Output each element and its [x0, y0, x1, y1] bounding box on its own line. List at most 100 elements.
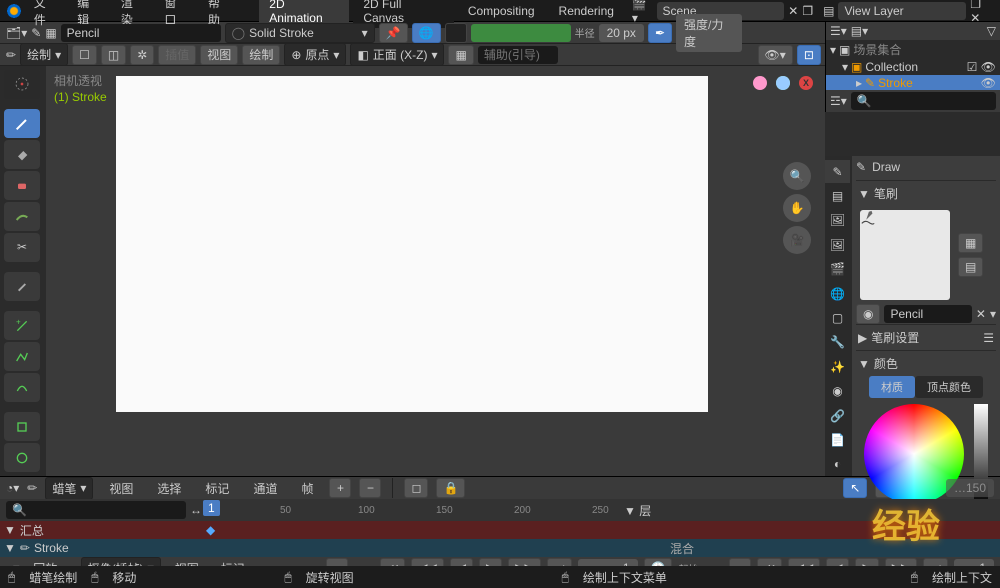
- brush-name-field[interactable]: Pencil: [61, 24, 221, 42]
- fill-tool[interactable]: [4, 140, 40, 169]
- stroke-row[interactable]: ▸✎Stroke👁: [826, 75, 1000, 91]
- render-tab-icon[interactable]: ▤: [825, 184, 850, 207]
- visibility-icon[interactable]: 👁▾: [758, 45, 793, 65]
- draw-icon[interactable]: ✎: [31, 26, 41, 40]
- draw-button[interactable]: 绘制: [242, 45, 280, 65]
- close-icon[interactable]: ✕: [788, 4, 798, 18]
- mode-dropdown[interactable]: 绘制▾: [20, 43, 68, 66]
- stroke-type-dropdown[interactable]: ◯Solid Stroke▾: [225, 23, 375, 43]
- viewlayer-field[interactable]: View Layer: [838, 2, 966, 20]
- data-tab-icon[interactable]: 📄: [825, 428, 850, 451]
- camera-view-icon[interactable]: 🎥: [783, 226, 811, 254]
- outliner-display-icon[interactable]: ▤▾: [851, 24, 868, 38]
- gpencil-dropdown[interactable]: 蜡笔▾: [45, 477, 93, 500]
- x-axis-icon[interactable]: X: [799, 76, 813, 90]
- cursor-tool[interactable]: [4, 70, 40, 99]
- outliner-mode-icon[interactable]: ☰▾: [830, 24, 847, 38]
- workspace-tab-compositing[interactable]: Compositing: [458, 1, 545, 21]
- new-layer-icon[interactable]: ❐ ✕: [970, 0, 994, 25]
- tl-channel[interactable]: 通道: [245, 477, 285, 500]
- snap-icon[interactable]: ✲: [130, 45, 154, 65]
- end-frame-field[interactable]: …150: [946, 479, 994, 497]
- zoom-icon[interactable]: 🔍: [783, 162, 811, 190]
- neg-z-axis-icon[interactable]: [776, 76, 790, 90]
- fx-tab-icon[interactable]: ✨: [825, 355, 850, 378]
- workspace-tab-rendering[interactable]: Rendering: [549, 1, 624, 21]
- timeline-ruler[interactable]: 🔍 ↔ 1 50 100 150 200 250 ▼ 层: [0, 499, 1000, 521]
- tl-view[interactable]: 视图: [101, 477, 141, 500]
- current-frame-marker[interactable]: 1: [203, 500, 220, 516]
- snap-tl-icon[interactable]: 🔒: [436, 478, 465, 498]
- material-icon[interactable]: ▦: [45, 26, 56, 40]
- cutter-tool[interactable]: ✂: [4, 233, 40, 262]
- brush-link-icon[interactable]: ◉: [856, 304, 880, 324]
- view-button[interactable]: 视图: [200, 45, 238, 65]
- radius-field[interactable]: 20 px: [599, 24, 644, 42]
- world-tab-icon[interactable]: 🌐: [825, 282, 850, 305]
- overlay-icon[interactable]: ⊡: [797, 45, 821, 65]
- drawing-canvas[interactable]: [116, 76, 708, 412]
- scene-tab-icon[interactable]: 🎬: [825, 258, 850, 281]
- color-swatch[interactable]: [445, 23, 467, 43]
- box-tool[interactable]: [4, 412, 40, 441]
- brush-add-icon[interactable]: ▦: [958, 233, 983, 253]
- expand-icon[interactable]: ↔: [190, 503, 202, 517]
- collection-row[interactable]: ▾▣Collection☑ 👁: [826, 59, 1000, 75]
- orientation-dropdown[interactable]: ◧正面 (X-Z)▾: [350, 43, 444, 66]
- remove-key-icon[interactable]: −: [359, 478, 381, 498]
- brush-settings-header[interactable]: ▶笔刷设置☰: [856, 324, 996, 350]
- viewlayer-tab-icon[interactable]: 🖼: [825, 233, 850, 256]
- add-key-icon[interactable]: +: [329, 478, 351, 498]
- brush-close-icon[interactable]: ✕: [976, 307, 986, 321]
- gpencil-icon[interactable]: ✏: [27, 481, 37, 495]
- color-panel-header[interactable]: ▼颜色: [856, 350, 996, 376]
- neg-x-axis-icon[interactable]: [753, 76, 767, 90]
- draw-tool[interactable]: [4, 109, 40, 138]
- tl-marker[interactable]: 标记: [197, 477, 237, 500]
- erase-tool[interactable]: [4, 171, 40, 200]
- guide-input[interactable]: [478, 46, 558, 64]
- box-select-icon[interactable]: ◻: [404, 478, 428, 498]
- modifier-tab-icon[interactable]: 🔧: [825, 331, 850, 354]
- pressure-radius-icon[interactable]: ✒: [648, 23, 672, 43]
- box-icon[interactable]: ☐: [72, 45, 97, 65]
- brush-thumb-icon[interactable]: ▤: [958, 257, 983, 277]
- tl-select[interactable]: 选择: [149, 477, 189, 500]
- polyline-tool[interactable]: [4, 342, 40, 371]
- new-icon[interactable]: ❐: [802, 4, 813, 18]
- tool-tab-icon[interactable]: ✎: [825, 160, 850, 183]
- constraints-tab-icon[interactable]: 🔗: [825, 404, 850, 427]
- origin-dropdown[interactable]: ⊕原点▾: [284, 43, 346, 66]
- world-color-icon[interactable]: 🌐: [412, 23, 441, 43]
- pin-icon[interactable]: 📌: [379, 23, 408, 43]
- arc-tool[interactable]: [4, 373, 40, 402]
- lasso-icon[interactable]: ◫: [101, 45, 126, 65]
- brush-name-prop[interactable]: Pencil: [884, 305, 971, 323]
- object-tab-icon[interactable]: ▢: [825, 306, 850, 329]
- eyedropper-tool[interactable]: [4, 272, 40, 301]
- grid-icon[interactable]: ▦: [448, 45, 473, 65]
- vertex-subtab[interactable]: 顶点颜色: [915, 376, 983, 398]
- tint-tool[interactable]: [4, 202, 40, 231]
- material-subtab[interactable]: 材质: [869, 376, 915, 398]
- output-tab-icon[interactable]: 🖼: [825, 209, 850, 232]
- interp-button[interactable]: 插值: [158, 45, 196, 65]
- timeline-type-icon[interactable]: ◔▾: [6, 481, 19, 495]
- pencil-mode-icon[interactable]: ✏: [6, 48, 16, 62]
- viewport[interactable]: 相机透视 (1) Stroke Z Y X 🔍 ✋ 🎥: [46, 66, 825, 476]
- physics-tab-icon[interactable]: ◉: [825, 380, 850, 403]
- filter-icon[interactable]: ▽: [987, 24, 996, 38]
- brush-dd-icon[interactable]: ▾: [990, 307, 996, 321]
- summary-track[interactable]: ▼汇总◆: [0, 521, 1000, 539]
- stroke-track[interactable]: ▼✏Stroke混合: [0, 539, 1000, 557]
- strength-bar[interactable]: [471, 24, 571, 42]
- axis-gizmo[interactable]: Z Y X: [753, 76, 813, 136]
- pan-icon[interactable]: ✋: [783, 194, 811, 222]
- line-tool[interactable]: +: [4, 311, 40, 340]
- tl-frame[interactable]: 帧: [293, 477, 321, 500]
- outliner-type-icon[interactable]: ☲▾: [830, 94, 847, 108]
- layers-dropdown-icon[interactable]: 🗂▾: [6, 26, 27, 40]
- brush-preview[interactable]: [860, 210, 950, 300]
- circle-tool[interactable]: [4, 443, 40, 472]
- material-tab-icon[interactable]: ◐: [825, 453, 850, 476]
